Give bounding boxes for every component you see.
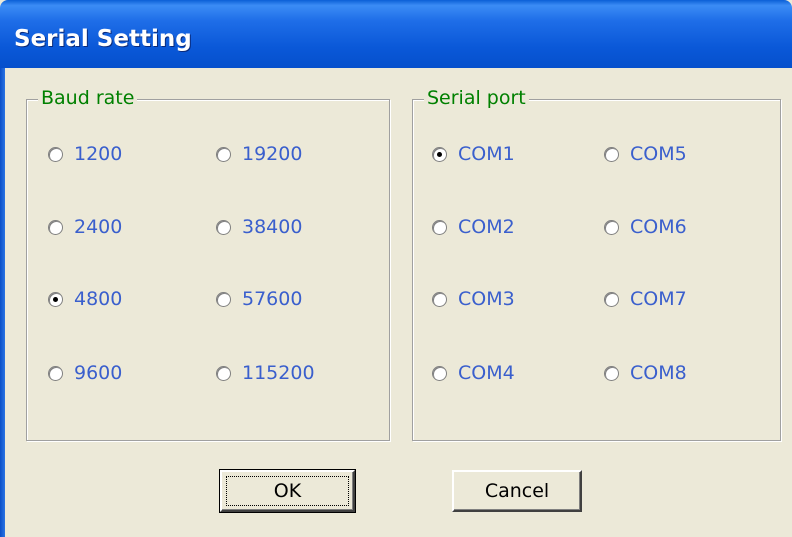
baud-option-label: 115200 (242, 362, 315, 384)
baud-option-label: 19200 (242, 143, 303, 165)
focus-rectangle (226, 476, 349, 506)
radio-button-icon[interactable] (216, 365, 231, 381)
baud-option-19200[interactable]: 19200 (216, 141, 302, 167)
baud-option-2400[interactable]: 2400 (48, 214, 122, 240)
baud-option-label: 4800 (74, 288, 123, 310)
title-bar[interactable]: Serial Setting (0, 0, 792, 68)
port-option-com2[interactable]: COM2 (432, 214, 515, 240)
baud-option-9600[interactable]: 9600 (48, 360, 122, 386)
port-option-label: COM8 (630, 362, 687, 384)
port-option-com5[interactable]: COM5 (604, 141, 687, 167)
baud-option-4800[interactable]: 4800 (48, 286, 122, 312)
radio-button-icon[interactable] (216, 291, 231, 307)
port-option-label: COM3 (458, 288, 515, 310)
radio-button-icon[interactable] (432, 365, 447, 381)
port-option-com8[interactable]: COM8 (604, 360, 687, 386)
radio-button-checked-icon[interactable] (432, 146, 447, 162)
radio-button-icon[interactable] (432, 291, 447, 307)
port-option-label: COM4 (458, 362, 515, 384)
radio-button-icon[interactable] (604, 146, 619, 162)
radio-button-icon[interactable] (216, 146, 231, 162)
baud-option-1200[interactable]: 1200 (48, 141, 122, 167)
radio-button-icon[interactable] (604, 219, 619, 235)
baud-option-38400[interactable]: 38400 (216, 214, 302, 240)
port-option-label: COM5 (630, 143, 687, 165)
ok-button[interactable]: OK (219, 469, 356, 513)
radio-button-icon[interactable] (48, 146, 63, 162)
window-title: Serial Setting (14, 26, 192, 52)
radio-button-checked-icon[interactable] (48, 291, 63, 307)
radio-button-icon[interactable] (216, 219, 231, 235)
baud-option-label: 1200 (74, 143, 123, 165)
port-option-com6[interactable]: COM6 (604, 214, 687, 240)
baud-option-57600[interactable]: 57600 (216, 286, 302, 312)
serial-setting-dialog: Serial Setting Baud rate 1200 19200 2400… (0, 0, 792, 537)
baud-option-115200[interactable]: 115200 (216, 360, 315, 386)
serial-port-legend: Serial port (424, 87, 529, 109)
dialog-client-area: Baud rate 1200 19200 2400 38400 4800 576… (5, 68, 792, 537)
port-option-label: COM1 (458, 143, 515, 165)
port-option-com3[interactable]: COM3 (432, 286, 515, 312)
cancel-button[interactable]: Cancel (452, 470, 582, 512)
port-option-label: COM7 (630, 288, 687, 310)
cancel-button-label: Cancel (484, 480, 550, 502)
radio-button-icon[interactable] (604, 291, 619, 307)
radio-button-icon[interactable] (604, 365, 619, 381)
port-option-com1[interactable]: COM1 (432, 141, 515, 167)
baud-option-label: 57600 (242, 288, 303, 310)
baud-option-label: 2400 (74, 216, 123, 238)
port-option-com4[interactable]: COM4 (432, 360, 515, 386)
port-option-label: COM6 (630, 216, 687, 238)
baud-rate-legend: Baud rate (38, 87, 138, 109)
baud-rate-group: Baud rate 1200 19200 2400 38400 4800 576… (5, 68, 792, 537)
radio-button-icon[interactable] (48, 219, 63, 235)
baud-option-label: 9600 (74, 362, 123, 384)
port-option-com7[interactable]: COM7 (604, 286, 687, 312)
port-option-label: COM2 (458, 216, 515, 238)
radio-button-icon[interactable] (48, 365, 63, 381)
baud-option-label: 38400 (242, 216, 303, 238)
radio-button-icon[interactable] (432, 219, 447, 235)
